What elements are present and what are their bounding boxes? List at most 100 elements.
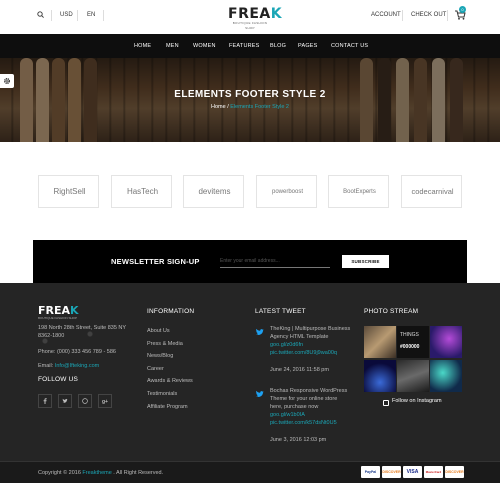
footer-phone: Phone: (000) 333 456 789 - 586 xyxy=(38,349,116,355)
footer-link-testimonials[interactable]: Testimonials xyxy=(147,391,177,397)
breadcrumb-home[interactable]: Home xyxy=(211,104,226,110)
footer-email: Email: Info@Ifteking.com xyxy=(38,363,100,369)
instagram-icon xyxy=(383,400,389,406)
newsletter-bar: NEWSLETTER SIGN-UP SUBSCRIBE xyxy=(33,240,467,283)
copyright-brand-link[interactable]: Freaktheme xyxy=(82,470,111,476)
facebook-icon xyxy=(43,398,47,404)
photo-thumbnail[interactable] xyxy=(364,360,396,392)
divider xyxy=(447,10,448,21)
footer-logo[interactable]: FREAK BOUTIQUE FASHION SHOP xyxy=(38,305,79,321)
footer-link-news-blog[interactable]: News/Blog xyxy=(147,353,173,359)
follow-on-instagram-link[interactable]: Follow on Instagram xyxy=(392,398,442,404)
brand-logo-powerboost[interactable]: powerboost xyxy=(256,175,317,208)
facebook-link[interactable] xyxy=(38,394,52,408)
footer-link-awards-reviews[interactable]: Awards & Reviews xyxy=(147,378,193,384)
visa-icon: VISA xyxy=(403,466,422,478)
site-logo[interactable]: FREAK BOUTIQUE FASHION SHOP xyxy=(228,6,283,31)
twitter-link[interactable] xyxy=(58,394,72,408)
banner-overlay xyxy=(0,58,500,142)
newsletter-title: NEWSLETTER SIGN-UP xyxy=(111,257,200,266)
information-heading: INFORMATION xyxy=(147,308,195,315)
photo-thumbnail[interactable] xyxy=(430,326,462,358)
nav-item-men[interactable]: MEN xyxy=(166,43,179,49)
site-footer: FREAK BOUTIQUE FASHION SHOP 198 North 28… xyxy=(0,283,500,461)
photo-thumbnail[interactable] xyxy=(397,360,429,392)
footer-address: 198 North 28th Street, Suite 835 NY 8362-… xyxy=(38,325,127,339)
cart-count-badge: 0 xyxy=(459,6,466,13)
nav-item-blog[interactable]: BLOG xyxy=(270,43,286,49)
logo-text: FREAK xyxy=(228,6,283,22)
newsletter-email-input[interactable] xyxy=(220,254,330,268)
tweet-link[interactable]: goo.gl/w1b0IA xyxy=(270,411,360,419)
googleplus-icon: g+ xyxy=(102,399,108,404)
brand-logo-hastech[interactable]: HasTech xyxy=(111,175,172,208)
tweet-link[interactable]: pic.twitter.com/k57dsNt0U5 xyxy=(270,419,360,427)
nav-item-features[interactable]: FEATURES xyxy=(229,43,260,49)
search-icon[interactable] xyxy=(37,11,44,18)
top-bar: USD EN FREAK BOUTIQUE FASHION SHOP ACCOU… xyxy=(0,0,500,34)
dribbble-link[interactable] xyxy=(78,394,92,408)
brand-name: powerboost xyxy=(271,189,304,195)
language-selector[interactable]: EN xyxy=(87,12,95,18)
photo-stream-heading: PHOTO STREAM xyxy=(364,308,419,315)
main-nav: HOME MEN WOMEN FEATURES BLOG PAGES CONTA… xyxy=(0,34,500,58)
tweet-text: TheKing | Multipurpose Business Agency HT… xyxy=(270,325,360,357)
divider xyxy=(77,10,78,21)
footer-link-affiliate-program[interactable]: Affiliate Program xyxy=(147,404,188,410)
footer-link-about-us[interactable]: About Us xyxy=(147,328,170,334)
mastercard-icon: MasterCard xyxy=(424,466,443,478)
brand-logo-bootexperts[interactable]: BootExperts xyxy=(328,175,389,208)
footer-link-press-media[interactable]: Press & Media xyxy=(147,341,183,347)
nav-item-home[interactable]: HOME xyxy=(134,43,151,49)
googleplus-link[interactable]: g+ xyxy=(98,394,112,408)
tweet-date: June 24, 2016 11:58 pm xyxy=(270,367,329,373)
divider xyxy=(103,10,104,21)
breadcrumb: Home / Elements Footer Style 2 xyxy=(0,104,500,110)
nav-item-contact-us[interactable]: CONTACT US xyxy=(331,43,368,49)
brand-logo-codecarnival[interactable]: codecarnival xyxy=(401,175,462,208)
photo-thumbnail[interactable]: THINGS #000000 xyxy=(397,326,429,358)
logo-tagline: BOUTIQUE FASHION SHOP xyxy=(232,21,268,30)
settings-toggle[interactable] xyxy=(0,74,14,88)
footer-logo-tagline: BOUTIQUE FASHION SHOP xyxy=(38,316,78,320)
checkout-link[interactable]: CHECK OUT xyxy=(411,12,446,18)
latest-tweet-heading: LATEST TWEET xyxy=(255,308,306,315)
brand-name: RightSell xyxy=(53,187,86,196)
svg-text:g+: g+ xyxy=(102,399,108,404)
page-banner: ELEMENTS FOOTER STYLE 2 Home / Elements … xyxy=(0,58,500,142)
subscribe-button[interactable]: SUBSCRIBE xyxy=(342,255,389,268)
tweet-link[interactable]: pic.twitter.com/8U9j9wa00q xyxy=(270,349,360,357)
copyright-text: Copyright © 2016 Freaktheme . All Right … xyxy=(38,470,164,476)
email-link[interactable]: Info@Ifteking.com xyxy=(55,363,99,369)
twitter-icon xyxy=(255,328,264,336)
account-link[interactable]: ACCOUNT xyxy=(371,12,401,18)
breadcrumb-current: Elements Footer Style 2 xyxy=(230,104,289,110)
tweet-text: Bochas Responsive WordPress Theme for you… xyxy=(270,387,360,427)
discover-icon: DISCOVER xyxy=(445,466,464,478)
brand-logo-rightsell[interactable]: RightSell xyxy=(38,175,99,208)
tweet-link[interactable]: goo.gl/z0d6fn xyxy=(270,341,360,349)
brand-logos: RightSell HasTech devitems powerboost Bo… xyxy=(38,175,462,208)
photo-thumbnail[interactable] xyxy=(430,360,462,392)
photo-thumbnail[interactable] xyxy=(364,326,396,358)
dribbble-icon xyxy=(82,398,88,404)
footer-link-career[interactable]: Career xyxy=(147,366,164,372)
tweet-date: June 3, 2016 12:03 pm xyxy=(270,437,327,443)
nav-item-pages[interactable]: PAGES xyxy=(298,43,318,49)
divider xyxy=(51,10,52,21)
brand-logo-devitems[interactable]: devitems xyxy=(183,175,244,208)
footer-logo-text: FREAK xyxy=(38,304,79,317)
twitter-icon xyxy=(255,390,264,398)
nav-item-women[interactable]: WOMEN xyxy=(193,43,216,49)
gear-icon xyxy=(3,77,11,85)
brand-name: BootExperts xyxy=(343,189,376,195)
page-title: ELEMENTS FOOTER STYLE 2 xyxy=(174,89,326,100)
brand-name: devitems xyxy=(198,187,231,196)
paypal-icon: PayPal xyxy=(361,466,380,478)
currency-selector[interactable]: USD xyxy=(60,12,73,18)
brand-name: HasTech xyxy=(126,187,159,196)
discover-icon: DISCOVER xyxy=(382,466,401,478)
divider xyxy=(402,10,403,21)
brand-name: codecarnival xyxy=(411,187,454,196)
twitter-icon xyxy=(62,398,68,403)
